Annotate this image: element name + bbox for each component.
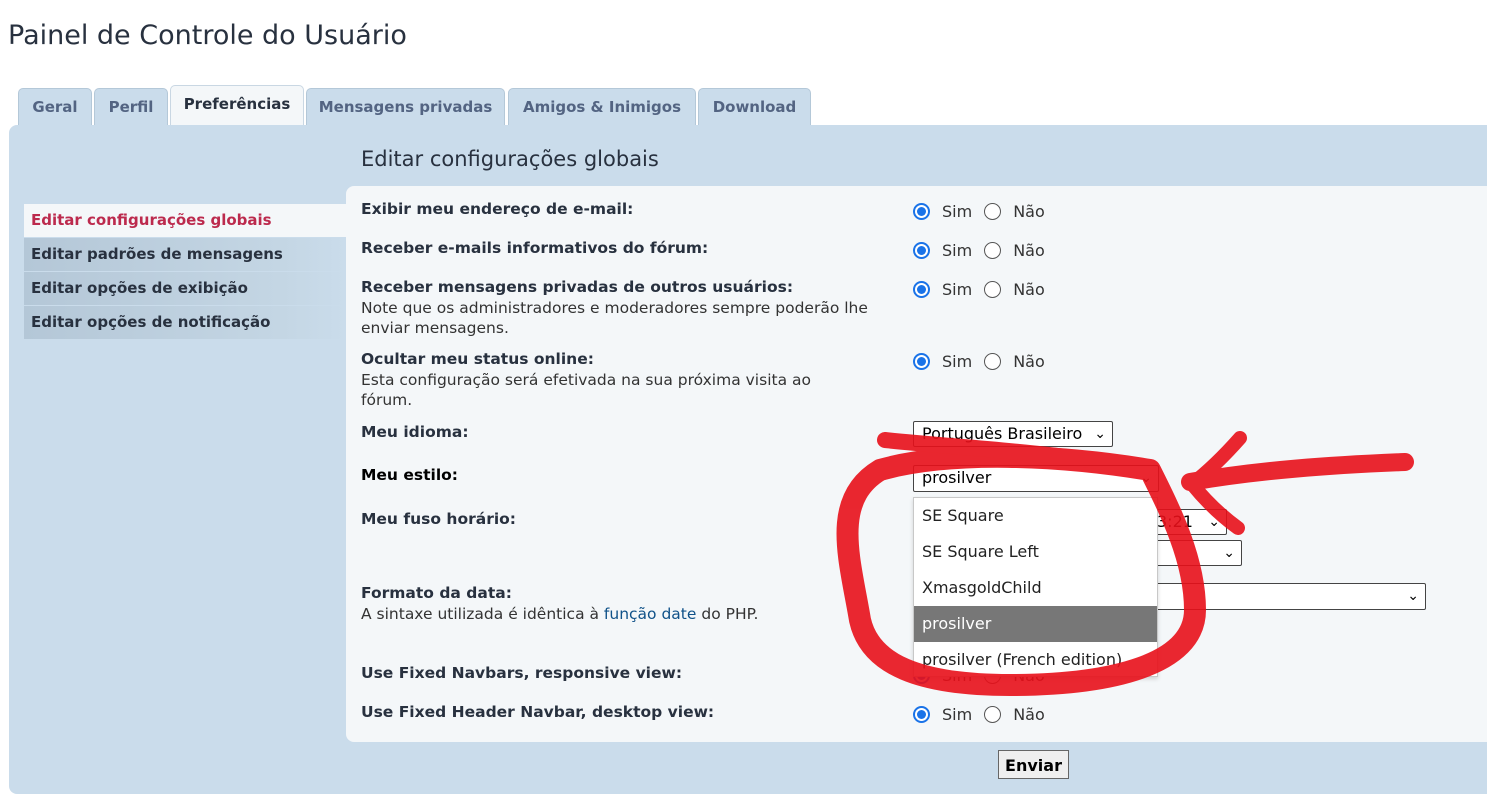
online-explain: Esta configuração será efetivada na sua … <box>361 371 811 409</box>
sidebar-item-post-defaults[interactable]: Editar padrões de mensagens <box>24 238 346 271</box>
language-select[interactable]: Português Brasileiro ⌄ <box>913 421 1113 447</box>
dateformat-explain: A sintaxe utilizada é idêntica à função … <box>361 604 891 624</box>
timezone-label: Meu fuso horário: <box>361 510 517 528</box>
online-radio-group: Sim Não <box>913 350 1057 372</box>
page-title: Painel de Controle do Usuário <box>8 20 407 51</box>
style-option-prosilver[interactable]: prosilver <box>914 606 1157 642</box>
online-yes-label: Sim <box>942 351 973 371</box>
sidebar-item-global-settings[interactable]: Editar configurações globais <box>24 204 346 237</box>
language-select-value: Português Brasileiro <box>922 424 1083 443</box>
sidebar-item-display-options[interactable]: Editar opções de exibição <box>24 272 346 305</box>
date-function-link[interactable]: função date <box>604 605 697 623</box>
online-label: Ocultar meu status online: <box>361 350 594 368</box>
chevron-down-icon: ⌄ <box>1223 545 1235 561</box>
pm-label: Receber mensagens privadas de outros usu… <box>361 278 794 296</box>
massemail-label: Receber e-mails informativos do fórum: <box>361 239 709 257</box>
pm-explain: Note que os administradores e moderadore… <box>361 299 868 337</box>
tab-download[interactable]: Download <box>698 88 811 126</box>
email-no-radio[interactable] <box>984 202 1002 220</box>
tab-mensagens-privadas[interactable]: Mensagens privadas <box>306 88 505 126</box>
chevron-down-icon: ⌄ <box>1094 426 1106 442</box>
dateformat-explain-text: A sintaxe utilizada é idêntica à <box>361 605 604 623</box>
dateformat-explain-suffix: do PHP. <box>696 605 759 623</box>
pm-radio-group: Sim Não <box>913 278 1057 300</box>
pm-no-label: Não <box>1013 279 1045 299</box>
fixed-header-yes-label: Sim <box>942 704 973 724</box>
email-yes-radio[interactable] <box>913 202 930 220</box>
online-no-radio[interactable] <box>984 352 1002 370</box>
submit-button[interactable]: Enviar <box>998 750 1069 779</box>
email-no-label: Não <box>1013 201 1045 221</box>
email-yes-label: Sim <box>942 201 973 221</box>
fixed-header-label: Use Fixed Header Navbar, desktop view: <box>361 703 715 721</box>
fixed-header-yes-radio[interactable] <box>913 705 930 723</box>
fixed-header-no-label: Não <box>1013 704 1045 724</box>
massemail-radio-group: Sim Não <box>913 239 1057 261</box>
style-option-se-square-left[interactable]: SE Square Left <box>914 534 1157 570</box>
sidebar-menu: Editar configurações globais Editar padr… <box>24 204 346 340</box>
email-label: Exibir meu endereço de e-mail: <box>361 200 634 218</box>
sidebar-item-notification-options[interactable]: Editar opções de notificação <box>24 306 346 339</box>
chevron-down-icon: ⌄ <box>1407 588 1419 604</box>
email-radio-group: Sim Não <box>913 200 1057 222</box>
dateformat-select[interactable]: ⌄ <box>1140 583 1426 610</box>
language-label: Meu idioma: <box>361 423 469 441</box>
fixed-header-no-radio[interactable] <box>984 705 1002 723</box>
style-select-value: prosilver <box>922 468 992 487</box>
massemail-no-radio[interactable] <box>984 241 1002 259</box>
massemail-no-label: Não <box>1013 240 1045 260</box>
style-option-se-square[interactable]: SE Square <box>914 498 1157 534</box>
online-yes-radio[interactable] <box>913 352 930 370</box>
fixed-navbars-label: Use Fixed Navbars, responsive view: <box>361 664 683 682</box>
chevron-down-icon: ⌄ <box>1140 470 1152 486</box>
style-option-xmasgoldchild[interactable]: XmasgoldChild <box>914 570 1157 606</box>
pm-yes-label: Sim <box>942 279 973 299</box>
pm-no-radio[interactable] <box>984 280 1002 298</box>
fixed-header-radio-group: Sim Não <box>913 703 1057 725</box>
tab-preferencias[interactable]: Preferências <box>170 85 304 127</box>
massemail-yes-radio[interactable] <box>913 241 930 259</box>
tab-geral[interactable]: Geral <box>18 88 92 126</box>
style-dropdown-list: SE Square SE Square Left XmasgoldChild p… <box>913 497 1158 677</box>
massemail-yes-label: Sim <box>942 240 973 260</box>
pm-yes-radio[interactable] <box>913 280 930 298</box>
style-label: Meu estilo: <box>361 466 458 484</box>
tab-perfil[interactable]: Perfil <box>94 88 168 126</box>
content-title: Editar configurações globais <box>361 147 659 171</box>
style-select[interactable]: prosilver ⌄ <box>913 465 1159 492</box>
style-option-prosilver-french[interactable]: prosilver (French edition) <box>914 642 1157 678</box>
tab-amigos-inimigos[interactable]: Amigos & Inimigos <box>508 88 696 126</box>
chevron-down-icon: ⌄ <box>1208 514 1220 530</box>
online-no-label: Não <box>1013 351 1045 371</box>
dateformat-label: Formato da data: <box>361 584 512 602</box>
